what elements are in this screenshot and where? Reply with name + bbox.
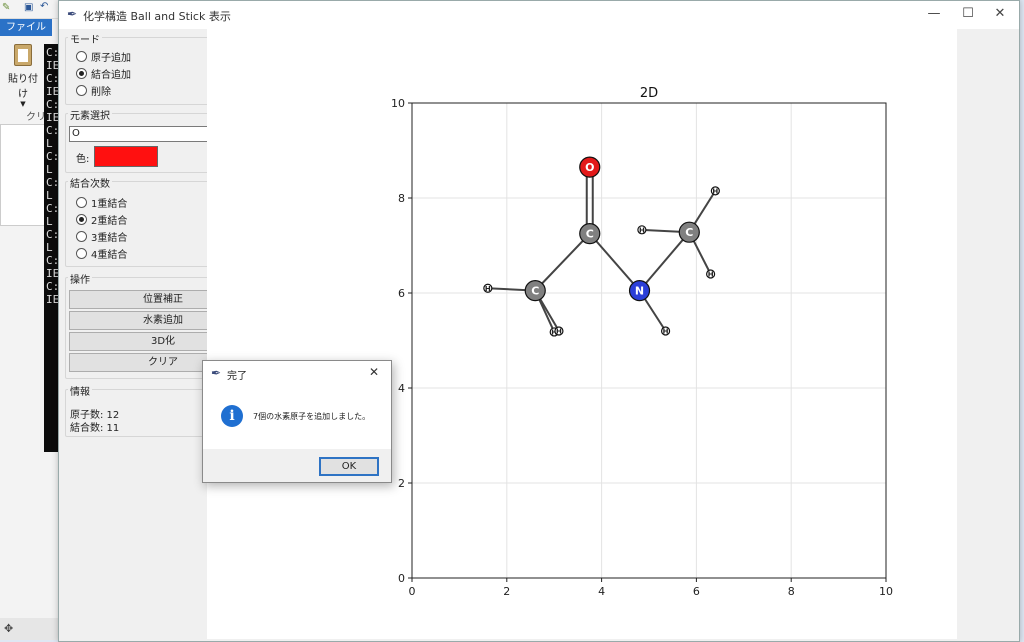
atom-label: C [685, 226, 693, 239]
molecule-chart[interactable]: 0 2 4 6 8 100246810 OCC NCHHH HHHH 2D [0, 0, 1024, 640]
atom-label: C [531, 285, 539, 298]
atom-label: H [485, 285, 491, 293]
feather-icon: ✒ [211, 366, 222, 380]
atom-label: H [708, 271, 714, 279]
atom-label: C [586, 228, 594, 241]
dialog-close-button[interactable]: ✕ [369, 365, 379, 379]
y-tick-label: 10 [391, 97, 405, 110]
info-icon: i [221, 405, 243, 427]
atom-label: O [585, 161, 594, 174]
atom-label: H [639, 226, 645, 234]
dialog-title: 完了 [227, 371, 247, 382]
chart-grid [411, 102, 887, 579]
y-tick-label: 4 [398, 382, 405, 395]
x-tick-label: 10 [879, 585, 893, 598]
y-tick-label: 6 [398, 287, 405, 300]
y-tick-label: 0 [398, 572, 405, 585]
y-tick-label: 8 [398, 192, 405, 205]
y-tick-label: 2 [398, 477, 405, 490]
ok-button[interactable]: OK [319, 457, 379, 476]
x-tick-label: 6 [693, 585, 700, 598]
x-tick-label: 8 [788, 585, 795, 598]
atom-label: N [635, 285, 644, 298]
single-bond-line [534, 232, 591, 292]
atom-label: H [712, 187, 718, 195]
x-tick-label: 4 [598, 585, 605, 598]
plot-frame [411, 102, 887, 579]
chart-title: 2D [640, 86, 658, 101]
x-tick-label: 0 [409, 585, 416, 598]
axis-ticks: 0 2 4 6 8 10 0 2 4 6 8 10 [391, 97, 893, 598]
x-tick-label: 2 [503, 585, 510, 598]
single-bond-line [638, 231, 691, 292]
dialog-message: 7個の水素原子を追加しました。 [253, 412, 371, 421]
single-bond-line [588, 232, 641, 292]
atom-label: H [556, 328, 562, 336]
completion-dialog: ✒ 完了 ✕ i 7個の水素原子を追加しました。 OK [202, 360, 392, 483]
atom-label: H [663, 328, 669, 336]
